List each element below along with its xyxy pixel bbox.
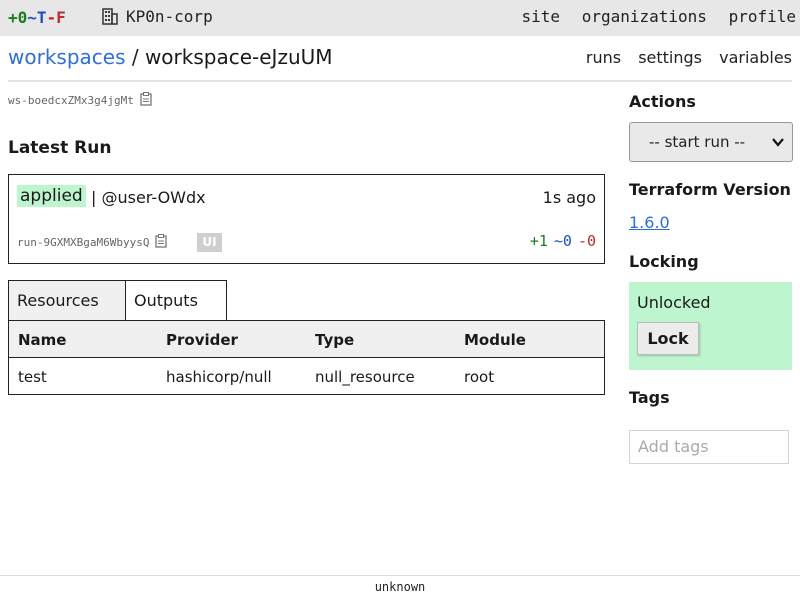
- changes-add: +1: [529, 232, 548, 250]
- table-row[interactable]: test hashicorp/null null_resource root: [9, 358, 604, 394]
- column-header-provider: Provider: [166, 331, 238, 349]
- logo-f: F: [56, 8, 66, 27]
- header-divider: [8, 80, 792, 82]
- run-status-badge: applied: [17, 185, 86, 207]
- tags-heading: Tags: [629, 388, 670, 407]
- footer: unknown: [0, 575, 800, 600]
- org-link[interactable]: KP0n-corp: [102, 7, 213, 26]
- copy-run-id-icon[interactable]: [155, 234, 168, 251]
- resources-table: Name Provider Type Module test hashicorp…: [8, 320, 605, 395]
- workspace-id: ws-boedcxZMx3g4jgMt: [8, 92, 152, 109]
- page-title: workspace-eJzuUM: [144, 45, 333, 69]
- tags-input[interactable]: Add tags: [629, 430, 789, 464]
- logo-tilde: ~T: [27, 8, 47, 27]
- tab-resources[interactable]: Resources (1): [8, 280, 126, 350]
- tab-outputs[interactable]: Outputs (0): [125, 280, 227, 350]
- org-name: KP0n-corp: [126, 7, 213, 26]
- chevron-down-icon: [772, 138, 784, 147]
- breadcrumb: workspaces / workspace-eJzuUM: [8, 45, 333, 69]
- column-header-name: Name: [18, 331, 67, 349]
- lock-state: Unlocked: [637, 293, 711, 312]
- actions-heading: Actions: [629, 92, 696, 111]
- latest-run-heading: Latest Run: [8, 138, 112, 158]
- run-user: | @user-OWdx: [91, 188, 206, 207]
- app-logo[interactable]: +0~T-F: [8, 8, 66, 27]
- nav-profile[interactable]: profile: [729, 7, 796, 26]
- cell-provider: hashicorp/null: [166, 368, 272, 386]
- nav-site[interactable]: site: [522, 7, 561, 26]
- logo-dash: -: [46, 8, 57, 27]
- top-bar: +0~T-F KP0n-corp site organizations prof…: [0, 0, 800, 36]
- copy-workspace-id-icon[interactable]: [140, 92, 152, 109]
- column-header-module: Module: [464, 331, 526, 349]
- resource-changes: +1 ~0 -0: [530, 232, 596, 250]
- lock-status-panel: Unlocked Lock: [629, 282, 792, 370]
- locking-heading: Locking: [629, 252, 699, 271]
- run-source-badge: UI: [197, 233, 222, 252]
- run-id-text: run-9GXMXBgaM6WbyysQ: [17, 236, 150, 249]
- run-id: run-9GXMXBgaM6WbyysQ: [17, 234, 168, 251]
- cell-type: null_resource: [315, 368, 415, 386]
- column-header-type: Type: [315, 331, 355, 349]
- workspace-subnav: runs settings variables: [574, 48, 792, 67]
- cell-name: test: [18, 368, 47, 386]
- table-header: Name Provider Type Module: [9, 321, 604, 358]
- breadcrumb-workspaces-link[interactable]: workspaces: [8, 45, 126, 69]
- subnav-variables[interactable]: variables: [719, 48, 792, 67]
- latest-run-card[interactable]: applied | @user-OWdx 1s ago run-9GXMXBga…: [8, 174, 605, 264]
- terraform-version-link[interactable]: 1.6.0: [629, 213, 670, 232]
- breadcrumb-separator: /: [125, 45, 145, 69]
- changes-change: ~0: [553, 232, 572, 250]
- cell-module: root: [464, 368, 495, 386]
- building-icon: [102, 8, 118, 25]
- start-run-select[interactable]: -- start run --: [629, 122, 793, 162]
- subnav-settings[interactable]: settings: [638, 48, 702, 67]
- top-nav: site organizations profile: [510, 7, 796, 26]
- lock-button[interactable]: Lock: [637, 322, 699, 355]
- nav-organizations[interactable]: organizations: [582, 7, 707, 26]
- terraform-version-heading: Terraform Version: [629, 180, 791, 199]
- footer-version: unknown: [374, 580, 426, 594]
- subnav-runs[interactable]: runs: [586, 48, 621, 67]
- run-time: 1s ago: [542, 188, 596, 207]
- logo-plus: +0: [8, 8, 28, 27]
- start-run-selected: -- start run --: [649, 133, 746, 151]
- changes-destroy: -0: [577, 232, 596, 250]
- workspace-id-text: ws-boedcxZMx3g4jgMt: [8, 94, 134, 107]
